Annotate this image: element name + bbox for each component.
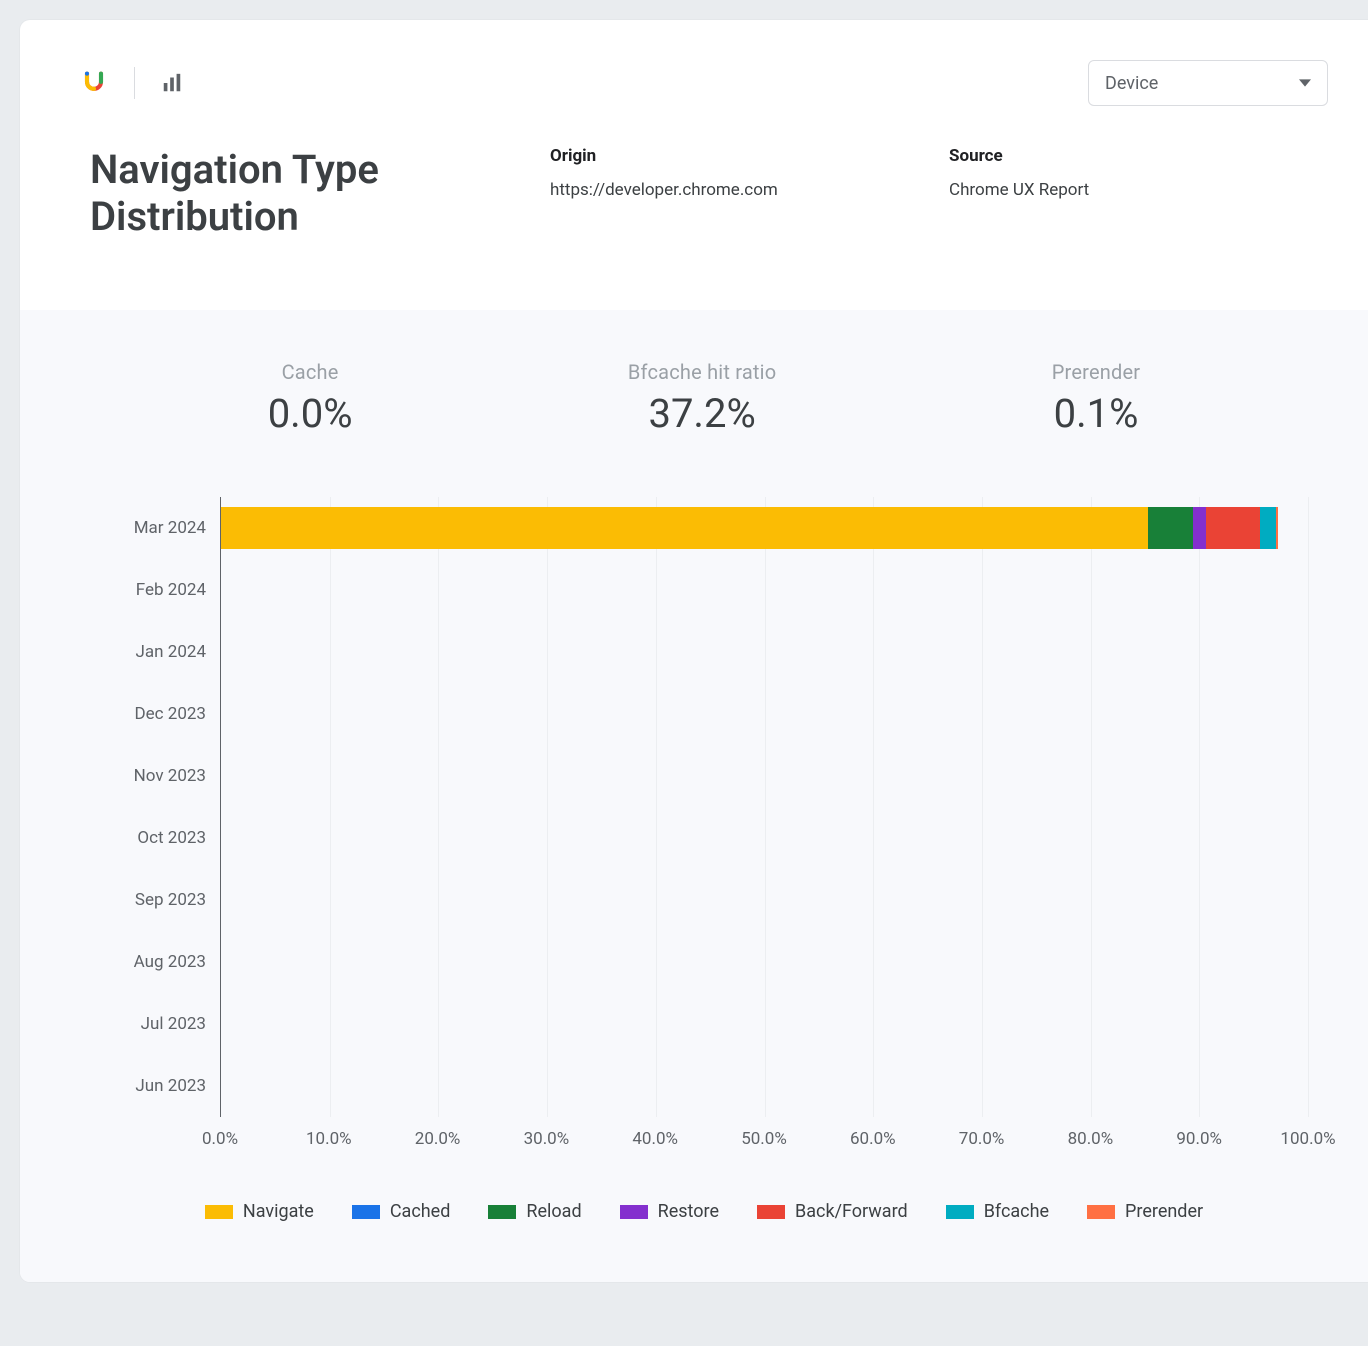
legend-item: Navigate — [205, 1201, 314, 1222]
chart-region: Cache 0.0% Bfcache hit ratio 37.2% Prerender… — [20, 310, 1368, 1282]
legend-item: Restore — [620, 1201, 719, 1222]
legend-label: Navigate — [243, 1201, 314, 1222]
metric-label: Prerender — [1052, 360, 1141, 384]
bar-segment — [1206, 507, 1260, 549]
x-axis-tick: 40.0% — [632, 1129, 678, 1149]
plot-grid — [220, 497, 1308, 1117]
metric: Bfcache hit ratio 37.2% — [628, 360, 776, 437]
y-axis-tick: Aug 2023 — [100, 931, 220, 993]
y-axis-tick: Feb 2024 — [100, 559, 220, 621]
bar-segment — [1148, 507, 1193, 549]
metric-value: 37.2% — [628, 390, 776, 437]
bar-row — [221, 569, 1308, 611]
bar-segment — [221, 507, 1148, 549]
topbar: Device — [20, 20, 1368, 106]
legend-item: Bfcache — [946, 1201, 1049, 1222]
bar-row — [221, 817, 1308, 859]
y-axis-tick: Jul 2023 — [100, 993, 220, 1055]
legend-item: Prerender — [1087, 1201, 1203, 1222]
divider — [134, 67, 135, 99]
y-axis-tick: Jan 2024 — [100, 621, 220, 683]
bar-segment — [1276, 507, 1277, 549]
y-axis-tick: Sep 2023 — [100, 869, 220, 931]
page-title: Navigation Type Distribution — [90, 146, 520, 240]
legend-item: Back/Forward — [757, 1201, 908, 1222]
legend-label: Back/Forward — [795, 1201, 908, 1222]
y-axis-tick: Mar 2024 — [100, 497, 220, 559]
x-axis: 0.0%10.0%20.0%30.0%40.0%50.0%60.0%70.0%8… — [220, 1129, 1308, 1153]
bar-segment — [1193, 507, 1206, 549]
legend-swatch — [488, 1205, 516, 1219]
x-axis-tick: 20.0% — [415, 1129, 461, 1149]
origin-label: Origin — [550, 146, 919, 166]
y-axis-tick: Jun 2023 — [100, 1055, 220, 1117]
bar-segment — [1260, 507, 1276, 549]
legend-label: Restore — [658, 1201, 719, 1222]
logo-icon — [80, 69, 108, 97]
x-axis-tick: 60.0% — [850, 1129, 896, 1149]
metric: Prerender 0.1% — [1052, 360, 1141, 437]
legend-swatch — [205, 1205, 233, 1219]
legend-label: Prerender — [1125, 1201, 1203, 1222]
bar-row — [221, 1065, 1308, 1107]
legend-item: Cached — [352, 1201, 451, 1222]
bar-row — [221, 507, 1308, 549]
legend-label: Bfcache — [984, 1201, 1049, 1222]
y-axis-tick: Dec 2023 — [100, 683, 220, 745]
header-row: Navigation Type Distribution Origin http… — [20, 106, 1368, 310]
legend-swatch — [757, 1205, 785, 1219]
origin-value: https://developer.chrome.com — [550, 180, 919, 200]
legend-label: Reload — [526, 1201, 581, 1222]
metric-value: 0.0% — [268, 390, 353, 437]
x-axis-tick: 0.0% — [202, 1129, 238, 1149]
metric-value: 0.1% — [1052, 390, 1141, 437]
origin-block: Origin https://developer.chrome.com — [550, 146, 919, 240]
report-card: Device Navigation Type Distribution Orig… — [20, 20, 1368, 1282]
legend-item: Reload — [488, 1201, 581, 1222]
y-axis-labels: Mar 2024Feb 2024Jan 2024Dec 2023Nov 2023… — [100, 497, 220, 1117]
bar-row — [221, 693, 1308, 735]
x-axis-tick: 10.0% — [306, 1129, 352, 1149]
y-axis-tick: Nov 2023 — [100, 745, 220, 807]
legend-swatch — [946, 1205, 974, 1219]
bar-row — [221, 755, 1308, 797]
x-axis-tick: 80.0% — [1068, 1129, 1114, 1149]
device-select-label: Device — [1105, 73, 1158, 94]
bar-row — [221, 631, 1308, 673]
metrics-row: Cache 0.0% Bfcache hit ratio 37.2% Prerender… — [130, 360, 1278, 437]
bar-row — [221, 1003, 1308, 1045]
x-axis-tick: 100.0% — [1280, 1129, 1335, 1149]
metric-label: Cache — [268, 360, 353, 384]
y-axis-tick: Oct 2023 — [100, 807, 220, 869]
legend-swatch — [1087, 1205, 1115, 1219]
bar-row — [221, 879, 1308, 921]
bar-chart-icon — [161, 72, 183, 94]
caret-down-icon — [1299, 73, 1311, 94]
bar-row — [221, 941, 1308, 983]
source-block: Source Chrome UX Report — [949, 146, 1318, 240]
chart: Mar 2024Feb 2024Jan 2024Dec 2023Nov 2023… — [100, 497, 1308, 1222]
legend-swatch — [620, 1205, 648, 1219]
metric-label: Bfcache hit ratio — [628, 360, 776, 384]
device-select[interactable]: Device — [1088, 60, 1328, 106]
legend: Navigate Cached Reload Restore Back/Forward B… — [100, 1201, 1308, 1222]
metric: Cache 0.0% — [268, 360, 353, 437]
legend-swatch — [352, 1205, 380, 1219]
source-value: Chrome UX Report — [949, 180, 1318, 200]
x-axis-tick: 90.0% — [1176, 1129, 1222, 1149]
x-axis-tick: 30.0% — [524, 1129, 570, 1149]
x-axis-tick: 50.0% — [741, 1129, 787, 1149]
x-axis-tick: 70.0% — [959, 1129, 1005, 1149]
source-label: Source — [949, 146, 1318, 166]
legend-label: Cached — [390, 1201, 451, 1222]
